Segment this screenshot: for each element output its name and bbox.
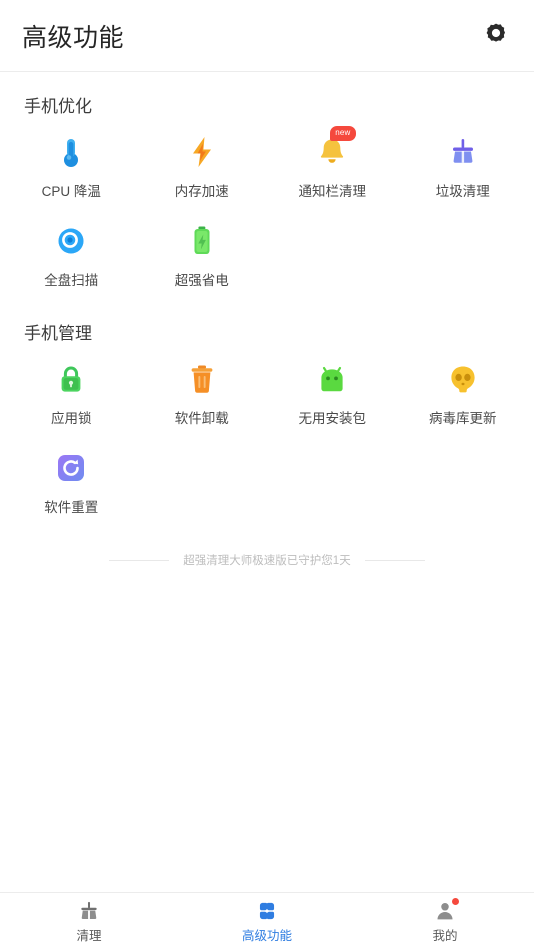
nav-label: 清理 (76, 929, 102, 943)
feature-label: 无用安装包 (298, 411, 367, 426)
nav-label: 我的 (432, 929, 458, 943)
feature-tile-full-scan[interactable]: 全盘扫描 (6, 210, 137, 299)
section-title-manage: 手机管理 (24, 324, 92, 343)
feature-tile-software-reset[interactable]: 软件重置 (6, 437, 137, 526)
feature-label: 内存加速 (174, 184, 229, 199)
scan-radar-icon (49, 222, 93, 260)
feature-tile-app-lock[interactable]: 应用锁 (6, 348, 137, 437)
feature-tile-memory-boost[interactable]: 内存加速 (137, 121, 268, 210)
feature-tile-cpu-cooldown[interactable]: CPU 降温 (6, 121, 137, 210)
notification-dot (452, 898, 459, 905)
feature-label: 通知栏清理 (298, 184, 367, 199)
feature-tile-spacer-1 (267, 210, 398, 299)
nav-tab-clean[interactable]: 清理 (0, 893, 178, 950)
skull-virus-icon (441, 360, 485, 398)
status-badge: new (330, 126, 356, 141)
nav-label: 高级功能 (241, 929, 292, 943)
bottom-navigation: 清理 高级功能 我的 (0, 892, 534, 950)
feature-tile-unused-apk[interactable]: 无用安装包 (267, 348, 398, 437)
android-icon (310, 360, 354, 398)
feature-label: 垃圾清理 (435, 184, 490, 199)
protection-note: 超强清理大师极速版已守护您1天 (0, 552, 534, 568)
feature-tile-notification-clean[interactable]: new 通知栏清理 (267, 121, 398, 210)
divider-right (364, 559, 425, 561)
feature-tile-spacer-5 (398, 437, 529, 526)
battery-icon (180, 222, 224, 260)
feature-label: 软件重置 (44, 500, 99, 515)
feature-tile-spacer-3 (137, 437, 268, 526)
feature-label: 应用锁 (51, 411, 92, 426)
feature-tile-power-save[interactable]: 超强省电 (137, 210, 268, 299)
broom-nav-icon (76, 899, 102, 922)
broom-icon (441, 133, 485, 171)
page-title: 高级功能 (22, 23, 125, 52)
section-title-optimize: 手机优化 (24, 97, 92, 116)
content-area: 手机优化 CPU 降温 内存加速 new 通知栏清理 垃圾清理 全盘扫描 超强省… (0, 72, 534, 892)
feature-tile-spacer-4 (267, 437, 398, 526)
feature-grid-manage: 应用锁 软件卸载 无用安装包 病毒库更新 软件重置 (0, 348, 534, 526)
nav-tab-advanced[interactable]: 高级功能 (178, 893, 356, 950)
lock-icon (49, 360, 93, 398)
refresh-icon (49, 449, 93, 487)
thermometer-icon (49, 133, 93, 171)
person-nav-icon (432, 898, 459, 922)
app-screen: 高级功能 手机优化 CPU 降温 内存加速 new 通知栏清理 垃圾清理 全盘扫… (0, 0, 534, 950)
feature-label: CPU 降温 (41, 184, 101, 199)
nav-tab-mine[interactable]: 我的 (356, 893, 534, 950)
app-header: 高级功能 (0, 0, 534, 72)
feature-tile-virus-db-update[interactable]: 病毒库更新 (398, 348, 529, 437)
feature-tile-uninstall[interactable]: 软件卸载 (137, 348, 268, 437)
bell-icon: new (310, 126, 356, 171)
settings-button[interactable] (476, 16, 516, 56)
feature-tile-spacer-2 (398, 210, 529, 299)
feature-label: 全盘扫描 (44, 273, 99, 288)
clover-nav-icon (254, 899, 280, 922)
protection-note-text: 超强清理大师极速版已守护您1天 (183, 555, 351, 567)
feature-label: 超强省电 (174, 273, 229, 288)
feature-label: 病毒库更新 (429, 411, 497, 426)
gear-icon (484, 21, 508, 50)
feature-tile-junk-clean[interactable]: 垃圾清理 (398, 121, 529, 210)
divider-left (109, 559, 170, 561)
feature-grid-optimize: CPU 降温 内存加速 new 通知栏清理 垃圾清理 全盘扫描 超强省电 (0, 121, 534, 299)
lightning-icon (180, 133, 224, 171)
trash-icon (180, 360, 224, 398)
feature-label: 软件卸载 (174, 411, 229, 426)
